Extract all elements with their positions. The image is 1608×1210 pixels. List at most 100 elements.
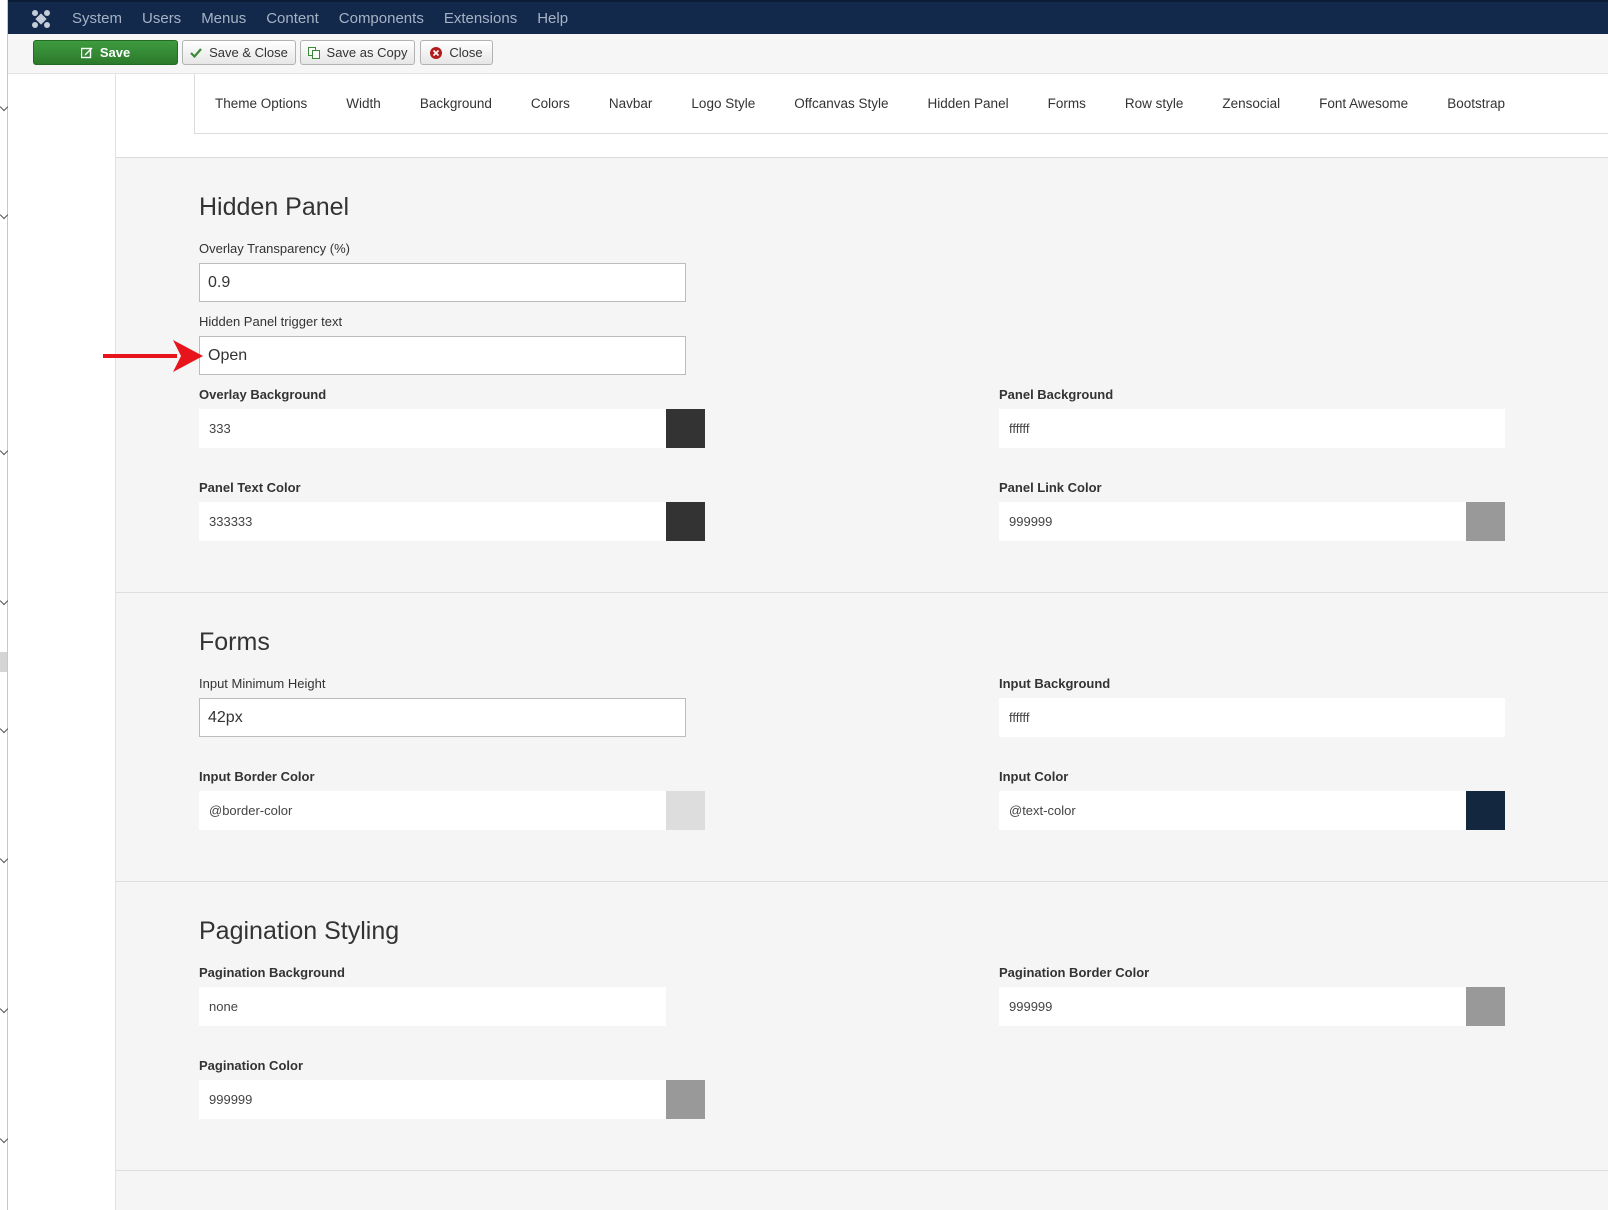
color-swatch[interactable] (666, 791, 705, 830)
color-swatch[interactable] (1466, 409, 1505, 448)
panel-link-color-field[interactable]: 999999 (999, 502, 1505, 541)
nav-system[interactable]: System (72, 10, 122, 27)
edge-marker (0, 724, 9, 734)
panel-background-label: Panel Background (999, 387, 1114, 402)
edge-marker (0, 102, 9, 112)
section-title: Pagination Styling (199, 917, 400, 945)
edge-marker (0, 854, 9, 864)
color-swatch[interactable] (1466, 987, 1505, 1026)
overlay-background-label: Overlay Background (199, 387, 327, 402)
save-as-copy-button[interactable]: Save as Copy (300, 40, 415, 65)
main-content: Theme Options Width Background Colors Na… (116, 74, 1608, 1210)
save-close-button[interactable]: Save & Close (182, 40, 296, 65)
panel-text-color-label: Panel Text Color (199, 480, 301, 495)
pagination-border-color-label: Pagination Border Color (999, 965, 1150, 980)
nav-menus[interactable]: Menus (201, 10, 246, 27)
tab-navbar[interactable]: Navbar (609, 96, 653, 111)
color-value: 333333 (209, 514, 253, 529)
tab-hidden-panel[interactable]: Hidden Panel (928, 96, 1009, 111)
nav-help[interactable]: Help (537, 10, 568, 27)
save-label: Save (99, 45, 131, 60)
section-title: Hidden Panel (199, 193, 350, 221)
check-icon (190, 47, 202, 58)
input-color-label: Input Color (999, 769, 1069, 784)
overlay-transparency-label: Overlay Transparency (%) (199, 241, 350, 256)
nav-menu: System Users Menus Content Components Ex… (72, 2, 588, 34)
window-edge (0, 0, 9, 1210)
pagination-border-color-field[interactable]: 999999 (999, 987, 1505, 1026)
input-min-height-label: Input Minimum Height (199, 676, 326, 691)
toolbar: Save Save & Close Save as Copy Close (8, 34, 1608, 74)
pagination-color-label: Pagination Color (199, 1058, 303, 1073)
color-value: 999999 (1009, 999, 1053, 1014)
joomla-logo-icon[interactable] (30, 8, 52, 30)
trigger-text-label: Hidden Panel trigger text (199, 314, 343, 329)
nav-components[interactable]: Components (339, 10, 424, 27)
input-min-height-input[interactable]: 42px (199, 698, 686, 737)
close-label: Close (449, 45, 483, 60)
color-swatch[interactable] (1466, 791, 1505, 830)
input-border-color-label: Input Border Color (199, 769, 315, 784)
input-background-field[interactable]: ffffff (999, 698, 1505, 737)
color-value: 999999 (209, 1092, 253, 1107)
color-swatch[interactable] (666, 1080, 705, 1119)
pagination-section: Pagination Styling Pagination Background… (116, 882, 1608, 1171)
overlay-background-field[interactable]: 333 (199, 409, 705, 448)
annotation-arrow-icon (103, 340, 203, 372)
pagination-color-field[interactable]: 999999 (199, 1080, 705, 1119)
edge-marker (0, 210, 9, 220)
tab-font-awesome[interactable]: Font Awesome (1319, 96, 1408, 111)
edge-marker (0, 1134, 9, 1144)
tab-bar: Theme Options Width Background Colors Na… (194, 74, 1608, 134)
admin-navbar: System Users Menus Content Components Ex… (8, 0, 1608, 34)
forms-section: Forms Input Minimum Height 42px Input Ba… (116, 593, 1608, 882)
color-swatch[interactable] (1466, 698, 1505, 737)
tab-forms[interactable]: Forms (1048, 96, 1086, 111)
tab-bootstrap[interactable]: Bootstrap (1447, 96, 1505, 111)
nav-extensions[interactable]: Extensions (444, 10, 517, 27)
color-value: @border-color (209, 803, 293, 818)
copy-icon (307, 46, 320, 59)
color-value: 333 (209, 421, 231, 436)
color-value: ffffff (1009, 710, 1030, 725)
tab-row-style[interactable]: Row style (1125, 96, 1184, 111)
tab-offcanvas-style[interactable]: Offcanvas Style (794, 96, 888, 111)
pagination-background-field[interactable]: none (199, 987, 705, 1026)
color-value: @text-color (1009, 803, 1076, 818)
input-border-color-field[interactable]: @border-color (199, 791, 705, 830)
tab-zensocial[interactable]: Zensocial (1222, 96, 1280, 111)
color-swatch[interactable] (666, 502, 705, 541)
tab-width[interactable]: Width (346, 96, 381, 111)
save-close-label: Save & Close (209, 45, 288, 60)
edge-grip[interactable] (0, 652, 7, 672)
pagination-background-label: Pagination Background (199, 965, 345, 980)
tabs-container: Theme Options Width Background Colors Na… (116, 74, 1608, 158)
edge-marker (0, 1004, 9, 1014)
color-swatch[interactable] (1466, 502, 1505, 541)
edit-icon (80, 47, 93, 59)
tab-colors[interactable]: Colors (531, 96, 570, 111)
edge-marker (0, 596, 9, 606)
tab-background[interactable]: Background (420, 96, 492, 111)
nav-users[interactable]: Users (142, 10, 181, 27)
color-value: ffffff (1009, 421, 1030, 436)
save-button[interactable]: Save (33, 40, 178, 65)
hidden-panel-section: Hidden Panel Overlay Transparency (%) 0.… (116, 158, 1608, 593)
tab-logo-style[interactable]: Logo Style (691, 96, 755, 111)
save-as-copy-label: Save as Copy (326, 45, 408, 60)
panel-link-color-label: Panel Link Color (999, 480, 1102, 495)
panel-background-field[interactable]: ffffff (999, 409, 1505, 448)
panel-text-color-field[interactable]: 333333 (199, 502, 705, 541)
color-swatch[interactable] (666, 987, 705, 1026)
section-title: Forms (199, 628, 270, 656)
close-button[interactable]: Close (420, 40, 493, 65)
input-background-label: Input Background (999, 676, 1111, 691)
sidebar (8, 74, 116, 1210)
close-circle-icon (430, 46, 443, 59)
trigger-text-input[interactable]: Open (199, 336, 686, 375)
input-color-field[interactable]: @text-color (999, 791, 1505, 830)
overlay-transparency-input[interactable]: 0.9 (199, 263, 686, 302)
tab-theme-options[interactable]: Theme Options (215, 96, 307, 111)
nav-content[interactable]: Content (266, 10, 319, 27)
color-swatch[interactable] (666, 409, 705, 448)
